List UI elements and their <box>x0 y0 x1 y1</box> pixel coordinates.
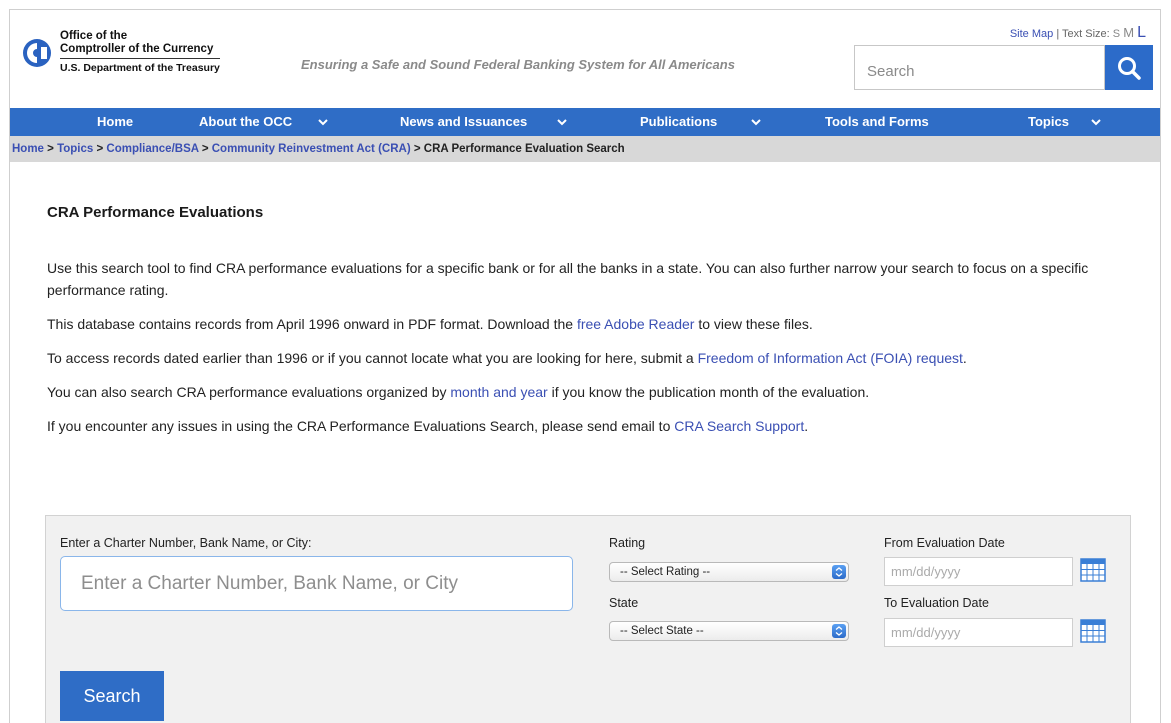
nav-tools[interactable]: Tools and Forms <box>825 108 929 136</box>
para-text: . <box>962 350 967 366</box>
nav-tools-label: Tools and Forms <box>825 114 929 129</box>
state-select-value: -- Select State -- <box>620 625 704 637</box>
site-search-button[interactable] <box>1105 45 1153 90</box>
calendar-icon[interactable] <box>1080 617 1106 643</box>
from-date-label: From Evaluation Date <box>884 536 1005 550</box>
breadcrumb-separator: > <box>198 143 212 155</box>
org-name-line1: Office of the <box>60 30 128 42</box>
main-nav: Home About the OCC News and Issuances Pu… <box>10 108 1160 136</box>
search-panel: Enter a Charter Number, Bank Name, or Ci… <box>45 515 1131 723</box>
utility-links: Site Map | Text Size: S M L <box>1010 24 1146 42</box>
rating-select-value: -- Select Rating -- <box>620 566 711 578</box>
rating-label: Rating <box>609 536 646 550</box>
breadcrumb-home[interactable]: Home <box>12 143 44 155</box>
chevron-down-icon[interactable] <box>557 119 567 126</box>
org-name-line3: U.S. Department of the Treasury <box>60 62 220 74</box>
chevron-down-icon[interactable] <box>1090 119 1101 126</box>
main-content: CRA Performance Evaluations Use this sea… <box>47 204 1137 449</box>
state-select[interactable]: -- Select State -- <box>609 621 849 641</box>
nav-home-label: Home <box>97 114 134 129</box>
chevron-down-icon[interactable] <box>318 119 328 126</box>
support-paragraph: If you encounter any issues in using the… <box>47 415 1137 437</box>
bank-search-input[interactable] <box>60 556 573 611</box>
query-label: Enter a Charter Number, Bank Name, or Ci… <box>60 536 312 550</box>
search-submit-button[interactable]: Search <box>60 671 164 721</box>
para-text: . <box>804 418 809 434</box>
occ-logo-icon <box>23 38 51 67</box>
breadcrumb-current: CRA Performance Evaluation Search <box>423 143 625 155</box>
site-tagline: Ensuring a Safe and Sound Federal Bankin… <box>301 57 735 72</box>
breadcrumb-cra[interactable]: Community Reinvestment Act (CRA) <box>212 143 411 155</box>
text-size-medium[interactable]: M <box>1123 25 1134 40</box>
para-text: if you know the publication month of the… <box>547 384 870 400</box>
org-name-line2: Comptroller of the Currency <box>60 43 220 59</box>
para-text: to view these files. <box>694 316 813 332</box>
site-map-link[interactable]: Site Map <box>1010 28 1053 40</box>
breadcrumb-topics[interactable]: Topics <box>57 143 93 155</box>
para-text: If you encounter any issues in using the… <box>47 418 675 434</box>
select-arrow-icon <box>832 565 846 579</box>
breadcrumb-separator: > <box>43 143 58 155</box>
adobe-reader-link[interactable]: free Adobe Reader <box>577 316 695 332</box>
select-arrow-icon <box>832 624 846 638</box>
from-date-input[interactable] <box>884 557 1073 586</box>
rating-select[interactable]: -- Select Rating -- <box>609 562 849 582</box>
search-icon <box>1118 56 1141 80</box>
nav-home[interactable]: Home <box>97 108 133 136</box>
breadcrumb: Home > Topics > Compliance/BSA > Communi… <box>10 136 1160 162</box>
nav-news[interactable]: News and Issuances <box>400 108 567 136</box>
occ-logo[interactable]: Office of the Comptroller of the Currenc… <box>22 30 220 75</box>
site-header: Office of the Comptroller of the Currenc… <box>10 10 1160 108</box>
site-search-input[interactable] <box>854 45 1105 90</box>
breadcrumb-separator: > <box>93 143 107 155</box>
nav-news-label: News and Issuances <box>400 114 528 129</box>
calendar-icon[interactable] <box>1080 556 1106 582</box>
foia-link[interactable]: Freedom of Information Act (FOIA) reques… <box>698 350 963 366</box>
cra-support-link[interactable]: CRA Search Support <box>674 418 804 434</box>
foia-paragraph: To access records dated earlier than 199… <box>47 347 1137 369</box>
nav-about-label: About the OCC <box>199 114 293 129</box>
chevron-down-icon[interactable] <box>751 119 761 126</box>
text-size-small[interactable]: S <box>1113 28 1120 40</box>
nav-publications[interactable]: Publications <box>640 108 761 136</box>
intro-paragraph: Use this search tool to find CRA perform… <box>47 260 1089 298</box>
nav-publications-label: Publications <box>640 114 718 129</box>
month-year-link[interactable]: month and year <box>450 384 547 400</box>
text-size-large[interactable]: L <box>1137 24 1146 41</box>
page-frame: Office of the Comptroller of the Currenc… <box>9 9 1161 723</box>
para-text: You can also search CRA performance eval… <box>47 384 451 400</box>
month-year-paragraph: You can also search CRA performance eval… <box>47 381 1137 403</box>
to-date-label: To Evaluation Date <box>884 596 989 610</box>
breadcrumb-compliance[interactable]: Compliance/BSA <box>106 143 198 155</box>
state-label: State <box>609 596 639 610</box>
nav-about[interactable]: About the OCC <box>199 108 328 136</box>
para-text: This database contains records from Apri… <box>47 316 577 332</box>
nav-topics-label: Topics <box>1028 114 1069 129</box>
nav-topics[interactable]: Topics <box>1028 108 1101 136</box>
para-text: To access records dated earlier than 199… <box>47 350 698 366</box>
page-title: CRA Performance Evaluations <box>47 204 264 221</box>
database-paragraph: This database contains records from Apri… <box>47 313 1137 335</box>
text-size-label: | Text Size: <box>1056 28 1110 40</box>
to-date-input[interactable] <box>884 618 1073 647</box>
breadcrumb-separator: > <box>410 143 424 155</box>
